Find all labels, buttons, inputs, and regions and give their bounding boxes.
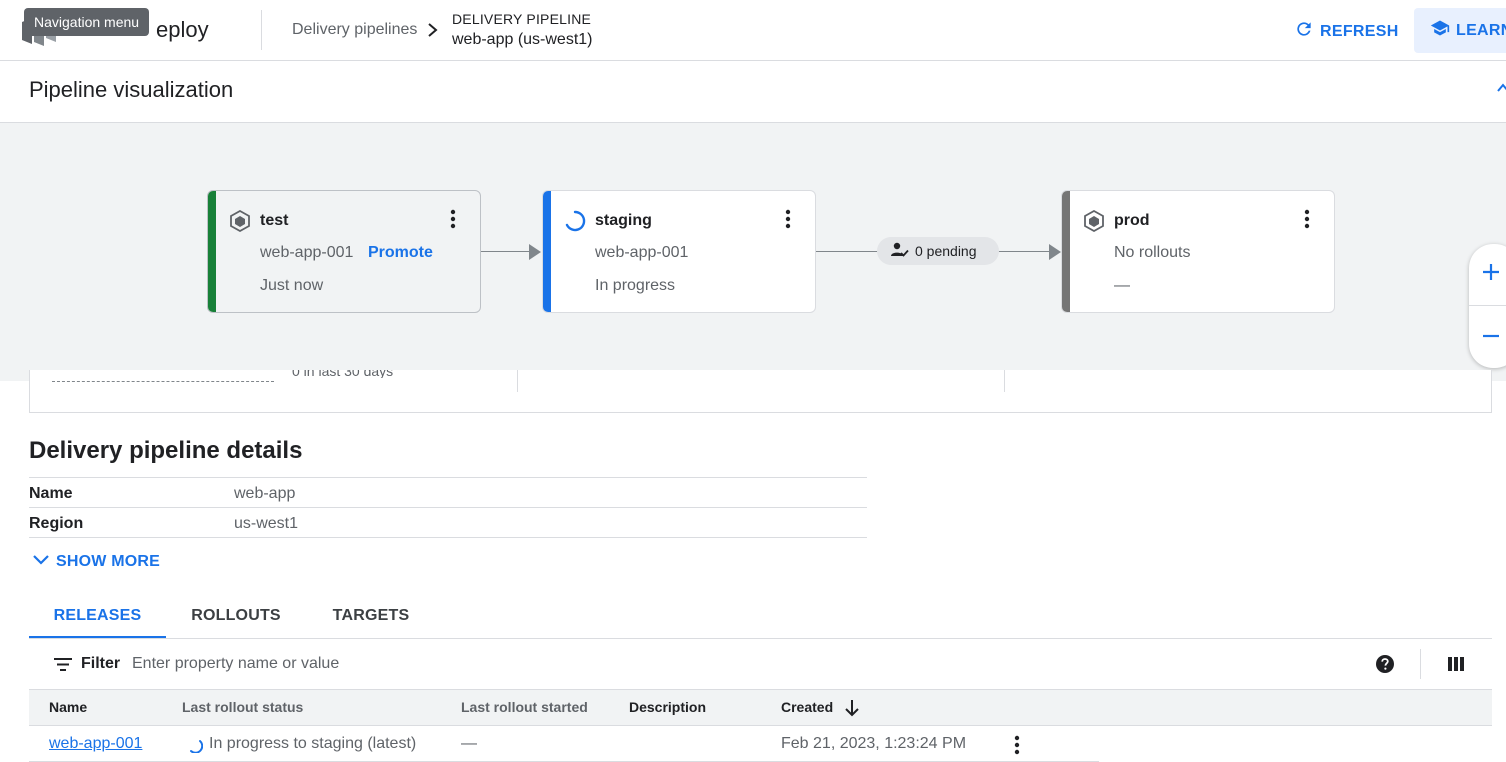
stage-status: In progress (595, 277, 676, 294)
pending-label: 0 pending (915, 243, 977, 259)
stage-release[interactable]: web-app-001 (595, 244, 688, 262)
created-cell: Feb 21, 2023, 1:23:24 PM (781, 735, 967, 752)
metric-divider (1004, 370, 1005, 392)
filter-input[interactable] (132, 651, 532, 677)
promote-button[interactable]: Promote (368, 244, 433, 262)
pending-approvals-chip[interactable]: 0 pending (877, 237, 999, 265)
column-header-last-rollout-status[interactable]: Last rollout status (182, 699, 303, 715)
show-more-label: SHOW MORE (56, 553, 161, 570)
more-vert-icon[interactable] (1304, 209, 1310, 229)
rollout-started-cell: — (461, 735, 477, 752)
breadcrumb-delivery-pipelines[interactable]: Delivery pipelines (292, 21, 417, 39)
tab-bar: RELEASES ROLLOUTS TARGETS (29, 598, 1492, 639)
visualization-title-bar: Pipeline visualization (0, 61, 1506, 123)
details-row-region: Region us-west1 (29, 507, 867, 537)
spinner-icon (564, 210, 586, 232)
collapse-icon[interactable] (1496, 81, 1506, 95)
help-icon[interactable] (1375, 654, 1395, 674)
release-link[interactable]: web-app-001 (49, 735, 142, 753)
navigation-menu-tooltip: Navigation menu (24, 8, 150, 36)
more-vert-icon[interactable] (1014, 735, 1020, 755)
details-value: web-app (234, 485, 296, 502)
stage-name: test (260, 212, 289, 229)
pipeline-canvas: test web-app-001 Promote Just now stagin… (0, 123, 1506, 381)
zoom-controls (1469, 244, 1506, 368)
filter-icon (54, 658, 72, 671)
arrow-right-icon (529, 244, 541, 260)
person-check-icon (891, 242, 909, 261)
rollout-status-cell: In progress to staging (latest) (209, 735, 417, 752)
tab-targets[interactable]: TARGETS (317, 598, 425, 638)
refresh-button[interactable]: REFRESH (1294, 19, 1399, 44)
tab-releases[interactable]: RELEASES (29, 598, 166, 638)
chevron-down-icon (32, 553, 50, 571)
details-value: us-west1 (234, 515, 299, 532)
chevron-right-icon (426, 22, 440, 38)
app-title: eploy (156, 17, 209, 42)
column-display-icon[interactable] (1448, 656, 1464, 672)
stage-connector (481, 251, 531, 252)
column-header-last-rollout-started[interactable]: Last rollout started (461, 699, 588, 715)
column-header-name[interactable]: Name (49, 699, 87, 715)
details-divider (29, 537, 867, 538)
target-icon (229, 209, 251, 233)
pipeline-kicker: DELIVERY PIPELINE (452, 11, 592, 27)
details-key: Name (29, 485, 73, 502)
stage-status: Just now (260, 277, 324, 294)
top-header: Navigation menu eploy Delivery pipelines… (0, 0, 1506, 61)
refresh-icon (1294, 19, 1314, 44)
filter-divider (1420, 649, 1421, 679)
filter-label: Filter (81, 655, 121, 672)
stage-card-staging[interactable]: staging web-app-001 In progress (542, 190, 816, 313)
stage-name: staging (595, 212, 652, 229)
stage-status: — (1114, 277, 1130, 294)
metric-divider (517, 370, 518, 392)
details-key: Region (29, 515, 84, 532)
table-header: Name Last rollout status Last rollout st… (29, 689, 1492, 726)
target-icon (1083, 209, 1105, 233)
column-header-description[interactable]: Description (629, 699, 706, 715)
arrow-down-icon[interactable] (844, 698, 860, 718)
zoom-out-icon[interactable] (1481, 326, 1501, 346)
stage-name: prod (1114, 212, 1150, 229)
arrow-right-icon (1049, 244, 1061, 260)
header-divider (261, 10, 262, 50)
stage-release[interactable]: web-app-001 (260, 244, 353, 262)
learn-label: LEARN (1456, 21, 1506, 39)
refresh-label: REFRESH (1320, 22, 1399, 40)
filter-bar: Filter (29, 639, 1492, 689)
zoom-in-icon[interactable] (1481, 262, 1501, 282)
table-row: web-app-001 In progress to staging (late… (29, 726, 1099, 762)
stage-card-test[interactable]: test web-app-001 Promote Just now (207, 190, 481, 313)
details-title: Delivery pipeline details (29, 437, 303, 464)
stage-release: No rollouts (1114, 244, 1191, 261)
learn-button[interactable]: LEARN (1414, 8, 1506, 53)
spinner-icon (187, 737, 204, 754)
more-vert-icon[interactable] (450, 209, 456, 229)
stage-status-bar (208, 191, 216, 312)
metrics-card: 0 in last 30 days (29, 370, 1492, 413)
column-header-created[interactable]: Created (781, 699, 833, 715)
school-icon (1430, 18, 1450, 43)
zoom-divider (1469, 305, 1506, 306)
stage-card-prod[interactable]: prod No rollouts — (1061, 190, 1335, 313)
stage-status-bar (1062, 191, 1070, 312)
sparkline-placeholder (52, 381, 274, 382)
stage-status-bar (543, 191, 551, 312)
show-more-button[interactable]: SHOW MORE (32, 553, 160, 571)
details-row-name: Name web-app (29, 477, 867, 507)
pipeline-name: web-app (us-west1) (452, 31, 593, 48)
visualization-title: Pipeline visualization (29, 77, 234, 102)
more-vert-icon[interactable] (785, 209, 791, 229)
tab-rollouts[interactable]: ROLLOUTS (178, 598, 294, 638)
